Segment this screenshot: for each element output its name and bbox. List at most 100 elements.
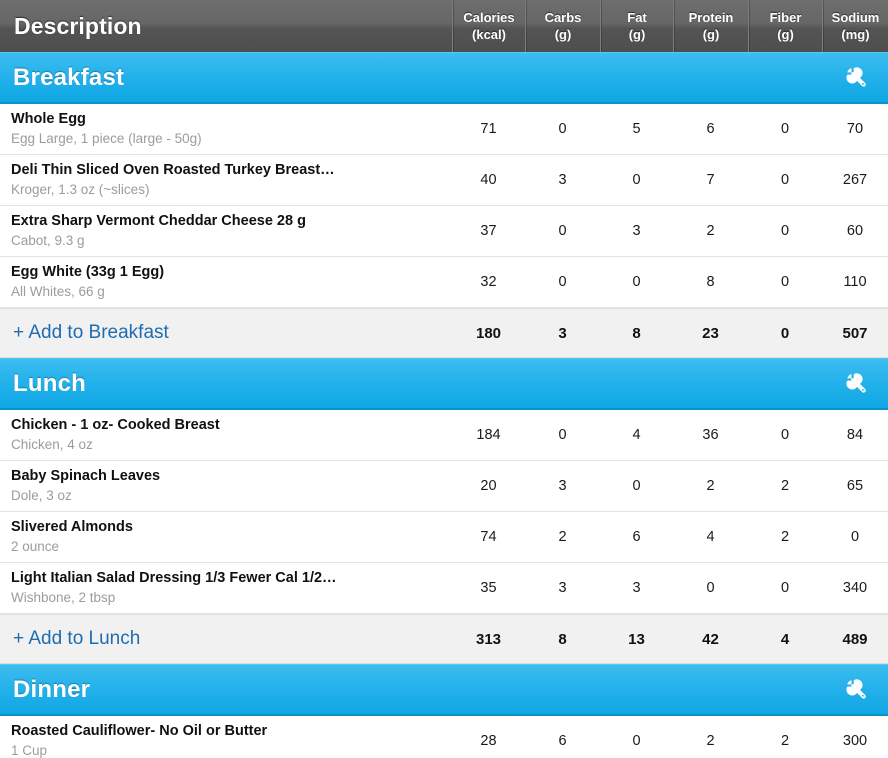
food-value-carbs: 0 [558, 223, 567, 239]
food-value-fat: 6 [632, 529, 641, 545]
food-value-sodium: 340 [842, 580, 868, 596]
food-detail: Egg Large, 1 piece (large - 50g) [11, 130, 202, 146]
food-description[interactable]: Baby Spinach Leaves Dole, 3 oz [0, 467, 452, 505]
column-header-fat: Fat (g) [600, 0, 673, 52]
food-detail: 2 ounce [11, 538, 60, 554]
food-value-calories: 184 [476, 427, 501, 443]
food-detail: Kroger, 1.3 oz (~slices) [11, 181, 150, 197]
food-value-fat: 0 [632, 172, 641, 188]
food-value-calories: 28 [480, 733, 497, 749]
column-header-protein-unit: (g) [702, 27, 720, 42]
food-value-fat: 3 [632, 223, 641, 239]
meal-title-breakfast: Breakfast [13, 63, 125, 91]
table-row[interactable]: Chicken - 1 oz- Cooked Breast Chicken, 4 … [0, 410, 888, 461]
food-value-fiber: 0 [780, 427, 790, 443]
food-value-sodium: 70 [846, 121, 864, 137]
food-value-sodium: 60 [846, 223, 864, 239]
add-to-breakfast-link[interactable]: + Add to Breakfast [0, 322, 452, 344]
food-description[interactable]: Deli Thin Sliced Oven Roasted Turkey Bre… [0, 161, 452, 199]
total-value-fiber: 4 [780, 630, 790, 648]
column-header-calories-unit: (kcal) [472, 27, 506, 42]
meal-title-lunch: Lunch [13, 369, 86, 397]
table-row[interactable]: Extra Sharp Vermont Cheddar Cheese 28 g C… [0, 206, 888, 257]
wrench-icon[interactable] [842, 675, 872, 705]
food-description[interactable]: Chicken - 1 oz- Cooked Breast Chicken, 4 … [0, 416, 452, 454]
food-value-protein: 2 [706, 733, 715, 749]
add-to-lunch-link[interactable]: + Add to Lunch [0, 628, 452, 650]
total-value-fiber: 0 [780, 324, 790, 342]
meal-title-dinner: Dinner [13, 675, 91, 703]
food-value-fiber: 0 [780, 580, 790, 596]
food-value-sodium: 65 [846, 478, 864, 494]
table-row[interactable]: Roasted Cauliflower- No Oil or Butter 1 C… [0, 716, 888, 758]
food-value-carbs: 3 [558, 478, 567, 494]
nutrition-diary: Description Calories (kcal) Carbs (g) Fa… [0, 0, 888, 758]
table-row[interactable]: Light Italian Salad Dressing 1/3 Fewer C… [0, 563, 888, 614]
food-detail: Wishbone, 2 tbsp [11, 589, 116, 605]
food-value-protein: 8 [706, 274, 715, 290]
food-value-protein: 7 [706, 172, 715, 188]
food-value-sodium: 110 [843, 274, 867, 290]
column-header-carbs-unit: (g) [554, 27, 572, 42]
food-value-fat: 0 [632, 733, 641, 749]
column-header-calories: Calories (kcal) [452, 0, 525, 52]
wrench-icon[interactable] [842, 63, 872, 93]
food-description[interactable]: Roasted Cauliflower- No Oil or Butter 1 C… [0, 722, 452, 758]
total-value-fat: 13 [628, 630, 645, 648]
food-value-calories: 74 [480, 529, 497, 545]
column-header-carbs-name: Carbs [544, 9, 582, 25]
food-name: Whole Egg [11, 110, 86, 127]
food-detail: Dole, 3 oz [11, 487, 72, 503]
food-name: Light Italian Salad Dressing 1/3 Fewer C… [11, 569, 337, 586]
food-value-fat: 0 [632, 478, 641, 494]
food-value-calories: 35 [480, 580, 497, 596]
table-row[interactable]: Slivered Almonds 2 ounce 74 2 6 4 2 0 [0, 512, 888, 563]
food-value-fiber: 0 [780, 223, 790, 239]
food-value-calories: 40 [480, 172, 497, 188]
food-detail: Cabot, 9.3 g [11, 232, 85, 248]
food-name: Chicken - 1 oz- Cooked Breast [11, 416, 220, 433]
food-description[interactable]: Extra Sharp Vermont Cheddar Cheese 28 g C… [0, 212, 452, 250]
column-header-sodium: Sodium (mg) [822, 0, 888, 52]
total-value-sodium: 489 [842, 630, 868, 648]
food-value-fiber: 2 [780, 478, 790, 494]
food-value-carbs: 3 [558, 580, 567, 596]
food-value-sodium: 84 [846, 427, 864, 443]
column-header-protein: Protein (g) [673, 0, 748, 52]
food-description[interactable]: Egg White (33g 1 Egg) All Whites, 66 g [0, 263, 452, 301]
food-description[interactable]: Light Italian Salad Dressing 1/3 Fewer C… [0, 569, 452, 607]
wrench-icon[interactable] [842, 369, 872, 399]
food-value-carbs: 0 [558, 274, 567, 290]
food-value-calories: 32 [480, 274, 497, 290]
food-description[interactable]: Whole Egg Egg Large, 1 piece (large - 50g… [0, 110, 452, 148]
total-value-calories: 313 [475, 630, 502, 648]
food-value-carbs: 2 [558, 529, 567, 545]
food-detail: 1 Cup [11, 742, 48, 758]
food-value-fiber: 2 [780, 529, 790, 545]
table-row[interactable]: Egg White (33g 1 Egg) All Whites, 66 g 32 0… [0, 257, 888, 308]
food-detail: Chicken, 4 oz [11, 436, 93, 452]
meal-header-lunch: Lunch [0, 358, 888, 410]
total-value-fat: 8 [632, 324, 641, 342]
food-value-fat: 0 [632, 274, 641, 290]
food-value-fat: 5 [632, 121, 641, 137]
table-row[interactable]: Baby Spinach Leaves Dole, 3 oz 20 3 0 2 2 65 [0, 461, 888, 512]
total-value-sodium: 507 [842, 324, 868, 342]
food-description[interactable]: Slivered Almonds 2 ounce [0, 518, 452, 556]
food-value-carbs: 6 [558, 733, 567, 749]
column-header-fat-unit: (g) [628, 27, 646, 42]
table-row[interactable]: Whole Egg Egg Large, 1 piece (large - 50g… [0, 104, 888, 155]
column-header-fiber-name: Fiber [769, 9, 802, 25]
table-row[interactable]: Deli Thin Sliced Oven Roasted Turkey Bre… [0, 155, 888, 206]
total-value-calories: 180 [475, 324, 502, 342]
food-value-sodium: 0 [850, 529, 860, 545]
food-detail: All Whites, 66 g [11, 283, 105, 299]
column-header-sodium-unit: (mg) [841, 27, 870, 42]
table-header: Description Calories (kcal) Carbs (g) Fa… [0, 0, 888, 52]
food-name: Extra Sharp Vermont Cheddar Cheese 28 g [11, 212, 306, 229]
column-header-description: Description [14, 12, 142, 39]
food-value-protein: 6 [706, 121, 715, 137]
column-header-fiber-unit: (g) [777, 27, 794, 42]
food-value-fiber: 2 [780, 733, 790, 749]
food-value-carbs: 0 [558, 121, 567, 137]
